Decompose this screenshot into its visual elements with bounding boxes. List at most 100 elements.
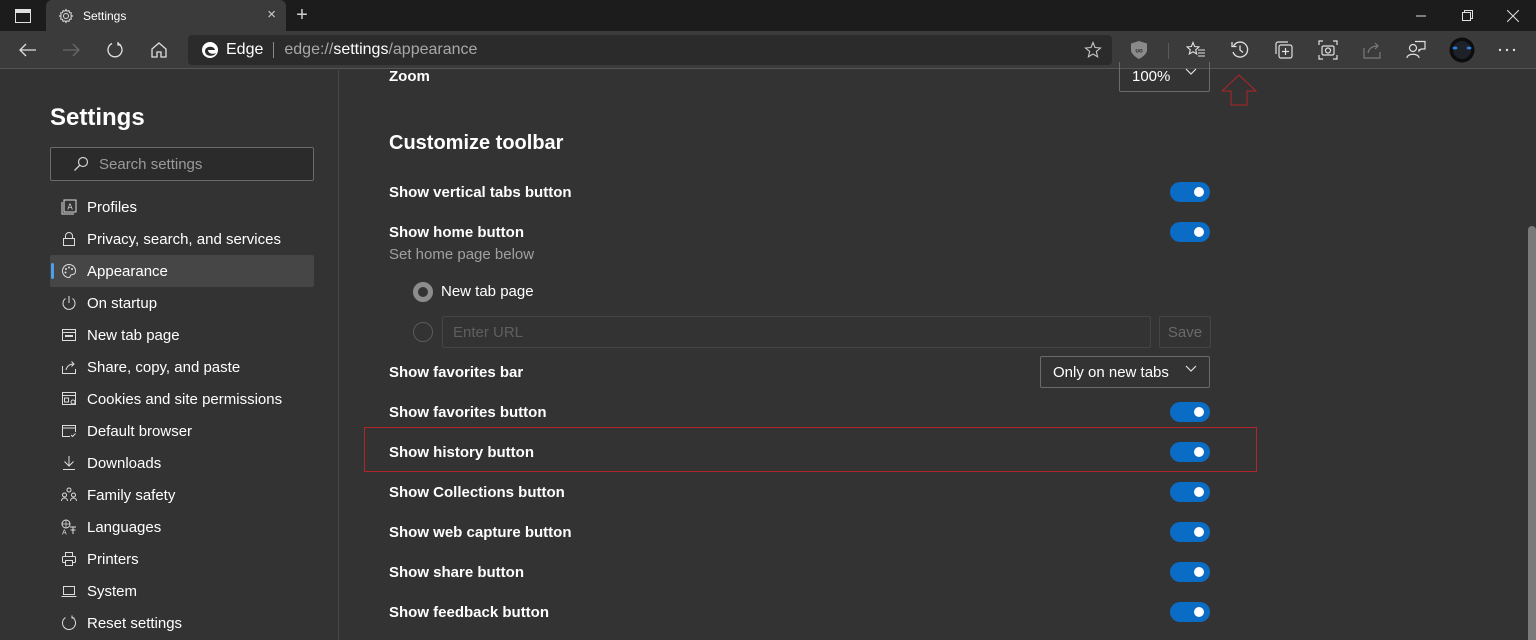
share-icon xyxy=(60,358,78,376)
sidebar-item-label: Privacy, search, and services xyxy=(87,230,281,248)
sidebar-item-cookies[interactable]: Cookies and site permissions xyxy=(50,383,314,415)
sidebar-item-label: New tab page xyxy=(87,326,180,344)
sidebar-item-profiles[interactable]: A Profiles xyxy=(50,191,314,223)
feedback-icon xyxy=(1406,40,1426,59)
favorites-button-label: Show favorites button xyxy=(389,404,547,421)
web-capture-button-label: Show web capture button xyxy=(389,524,572,541)
back-button[interactable] xyxy=(13,35,43,65)
profile-avatar-button[interactable] xyxy=(1447,35,1477,65)
tab-close-button[interactable]: × xyxy=(267,6,276,23)
zoom-value: 100% xyxy=(1132,68,1171,85)
sidebar-item-downloads[interactable]: Downloads xyxy=(50,447,314,479)
forward-icon xyxy=(63,43,80,57)
sidebar-item-family-safety[interactable]: Family safety xyxy=(50,479,314,511)
favorites-button[interactable] xyxy=(1181,35,1211,65)
add-favorite-icon xyxy=(1084,41,1102,58)
home-button-description: Set home page below xyxy=(389,246,535,263)
settings-tab[interactable]: Settings × xyxy=(46,0,286,31)
sidebar-item-new-tab-page[interactable]: New tab page xyxy=(50,319,314,351)
default-browser-icon xyxy=(60,422,78,440)
svg-text:A: A xyxy=(67,203,73,212)
forward-button[interactable] xyxy=(56,35,86,65)
tab-actions-icon xyxy=(15,8,31,23)
svg-text:A: A xyxy=(62,530,67,536)
family-icon xyxy=(60,486,78,504)
new-tab-page-radio[interactable] xyxy=(413,282,433,302)
zoom-dropdown[interactable]: 100% xyxy=(1119,62,1210,92)
sidebar-item-on-startup[interactable]: On startup xyxy=(50,287,314,319)
web-capture-icon xyxy=(1318,40,1338,60)
refresh-button[interactable] xyxy=(100,35,130,65)
feedback-button-label: Show feedback button xyxy=(389,604,550,621)
favorites-button-toggle[interactable] xyxy=(1170,402,1210,422)
search-icon xyxy=(74,156,89,171)
sidebar-item-share-copy-paste[interactable]: Share, copy, and paste xyxy=(50,351,314,383)
back-icon xyxy=(19,43,36,57)
home-button-toggle[interactable] xyxy=(1170,222,1210,242)
settings-sidebar: Settings A Profiles Privacy, search, and … xyxy=(0,70,339,640)
sidebar-item-appearance[interactable]: Appearance xyxy=(50,255,314,287)
custom-url-radio[interactable] xyxy=(413,322,433,342)
more-button[interactable] xyxy=(1492,35,1522,65)
sidebar-title: Settings xyxy=(50,104,145,131)
edge-logo-icon xyxy=(202,42,218,58)
search-settings-box[interactable] xyxy=(50,147,314,181)
printer-icon xyxy=(60,550,78,568)
collections-button[interactable] xyxy=(1269,35,1299,65)
sidebar-item-languages[interactable]: A Languages xyxy=(50,511,314,543)
sidebar-item-label: Appearance xyxy=(87,262,168,280)
vertical-tabs-label: Show vertical tabs button xyxy=(389,184,572,201)
sidebar-item-label: Default browser xyxy=(87,422,193,440)
more-icon xyxy=(1498,48,1516,52)
sidebar-item-reset-settings[interactable]: Reset settings xyxy=(50,607,314,639)
cookies-icon xyxy=(60,390,78,408)
web-capture-button-toggle[interactable] xyxy=(1170,522,1210,542)
languages-icon: A xyxy=(60,518,78,536)
search-settings-input[interactable] xyxy=(99,155,299,173)
vertical-tabs-toggle[interactable] xyxy=(1170,182,1210,202)
history-button[interactable] xyxy=(1225,35,1255,65)
url-text: edge://settings/appearance xyxy=(284,41,477,59)
favorites-bar-label: Show favorites bar xyxy=(389,364,524,381)
sidebar-item-label: System xyxy=(87,582,138,600)
ublock-extension-icon: uo xyxy=(1131,41,1147,59)
sidebar-item-privacy[interactable]: Privacy, search, and services xyxy=(50,223,314,255)
share-button[interactable] xyxy=(1357,35,1387,65)
sidebar-item-label: Printers xyxy=(87,550,139,568)
favorites-bar-dropdown[interactable]: Only on new tabs xyxy=(1040,356,1210,388)
appearance-content: Zoom 100% Customize toolbar Show vertica… xyxy=(340,62,1520,640)
home-button-label: Show home button xyxy=(389,224,524,241)
zoom-label: Zoom xyxy=(389,68,430,85)
home-button[interactable] xyxy=(144,35,174,65)
chevron-down-icon xyxy=(1185,68,1197,75)
history-button-toggle[interactable] xyxy=(1170,442,1210,462)
restore-button[interactable] xyxy=(1444,0,1490,31)
sidebar-item-printers[interactable]: Printers xyxy=(50,543,314,575)
sidebar-item-default-browser[interactable]: Default browser xyxy=(50,415,314,447)
add-favorite-button[interactable] xyxy=(1084,41,1102,64)
new-tab-button[interactable]: + xyxy=(290,3,314,27)
history-button-label: Show history button xyxy=(389,444,534,461)
share-button-toggle[interactable] xyxy=(1170,562,1210,582)
close-window-button[interactable] xyxy=(1490,0,1536,31)
ublock-extension-button[interactable]: uo xyxy=(1124,35,1154,65)
minimize-button[interactable] xyxy=(1398,0,1444,31)
home-url-input[interactable] xyxy=(442,316,1151,348)
collections-icon xyxy=(1275,41,1293,59)
close-icon xyxy=(1507,9,1519,22)
web-capture-button[interactable] xyxy=(1313,35,1343,65)
address-bar[interactable]: Edge edge://settings/appearance xyxy=(188,35,1112,65)
vertical-scrollbar[interactable] xyxy=(1528,226,1536,640)
sidebar-item-system[interactable]: System xyxy=(50,575,314,607)
settings-nav: A Profiles Privacy, search, and services … xyxy=(50,191,314,639)
sidebar-item-label: Family safety xyxy=(87,486,176,504)
feedback-button-toggle[interactable] xyxy=(1170,602,1210,622)
title-bar: Settings × + xyxy=(0,0,1536,31)
collections-button-toggle[interactable] xyxy=(1170,482,1210,502)
save-home-url-button[interactable]: Save xyxy=(1159,316,1211,348)
feedback-button[interactable] xyxy=(1401,35,1431,65)
tab-title: Settings xyxy=(83,8,127,23)
tab-actions-button[interactable] xyxy=(0,0,46,31)
minimize-icon xyxy=(1416,15,1426,16)
chevron-down-icon xyxy=(1185,365,1197,372)
